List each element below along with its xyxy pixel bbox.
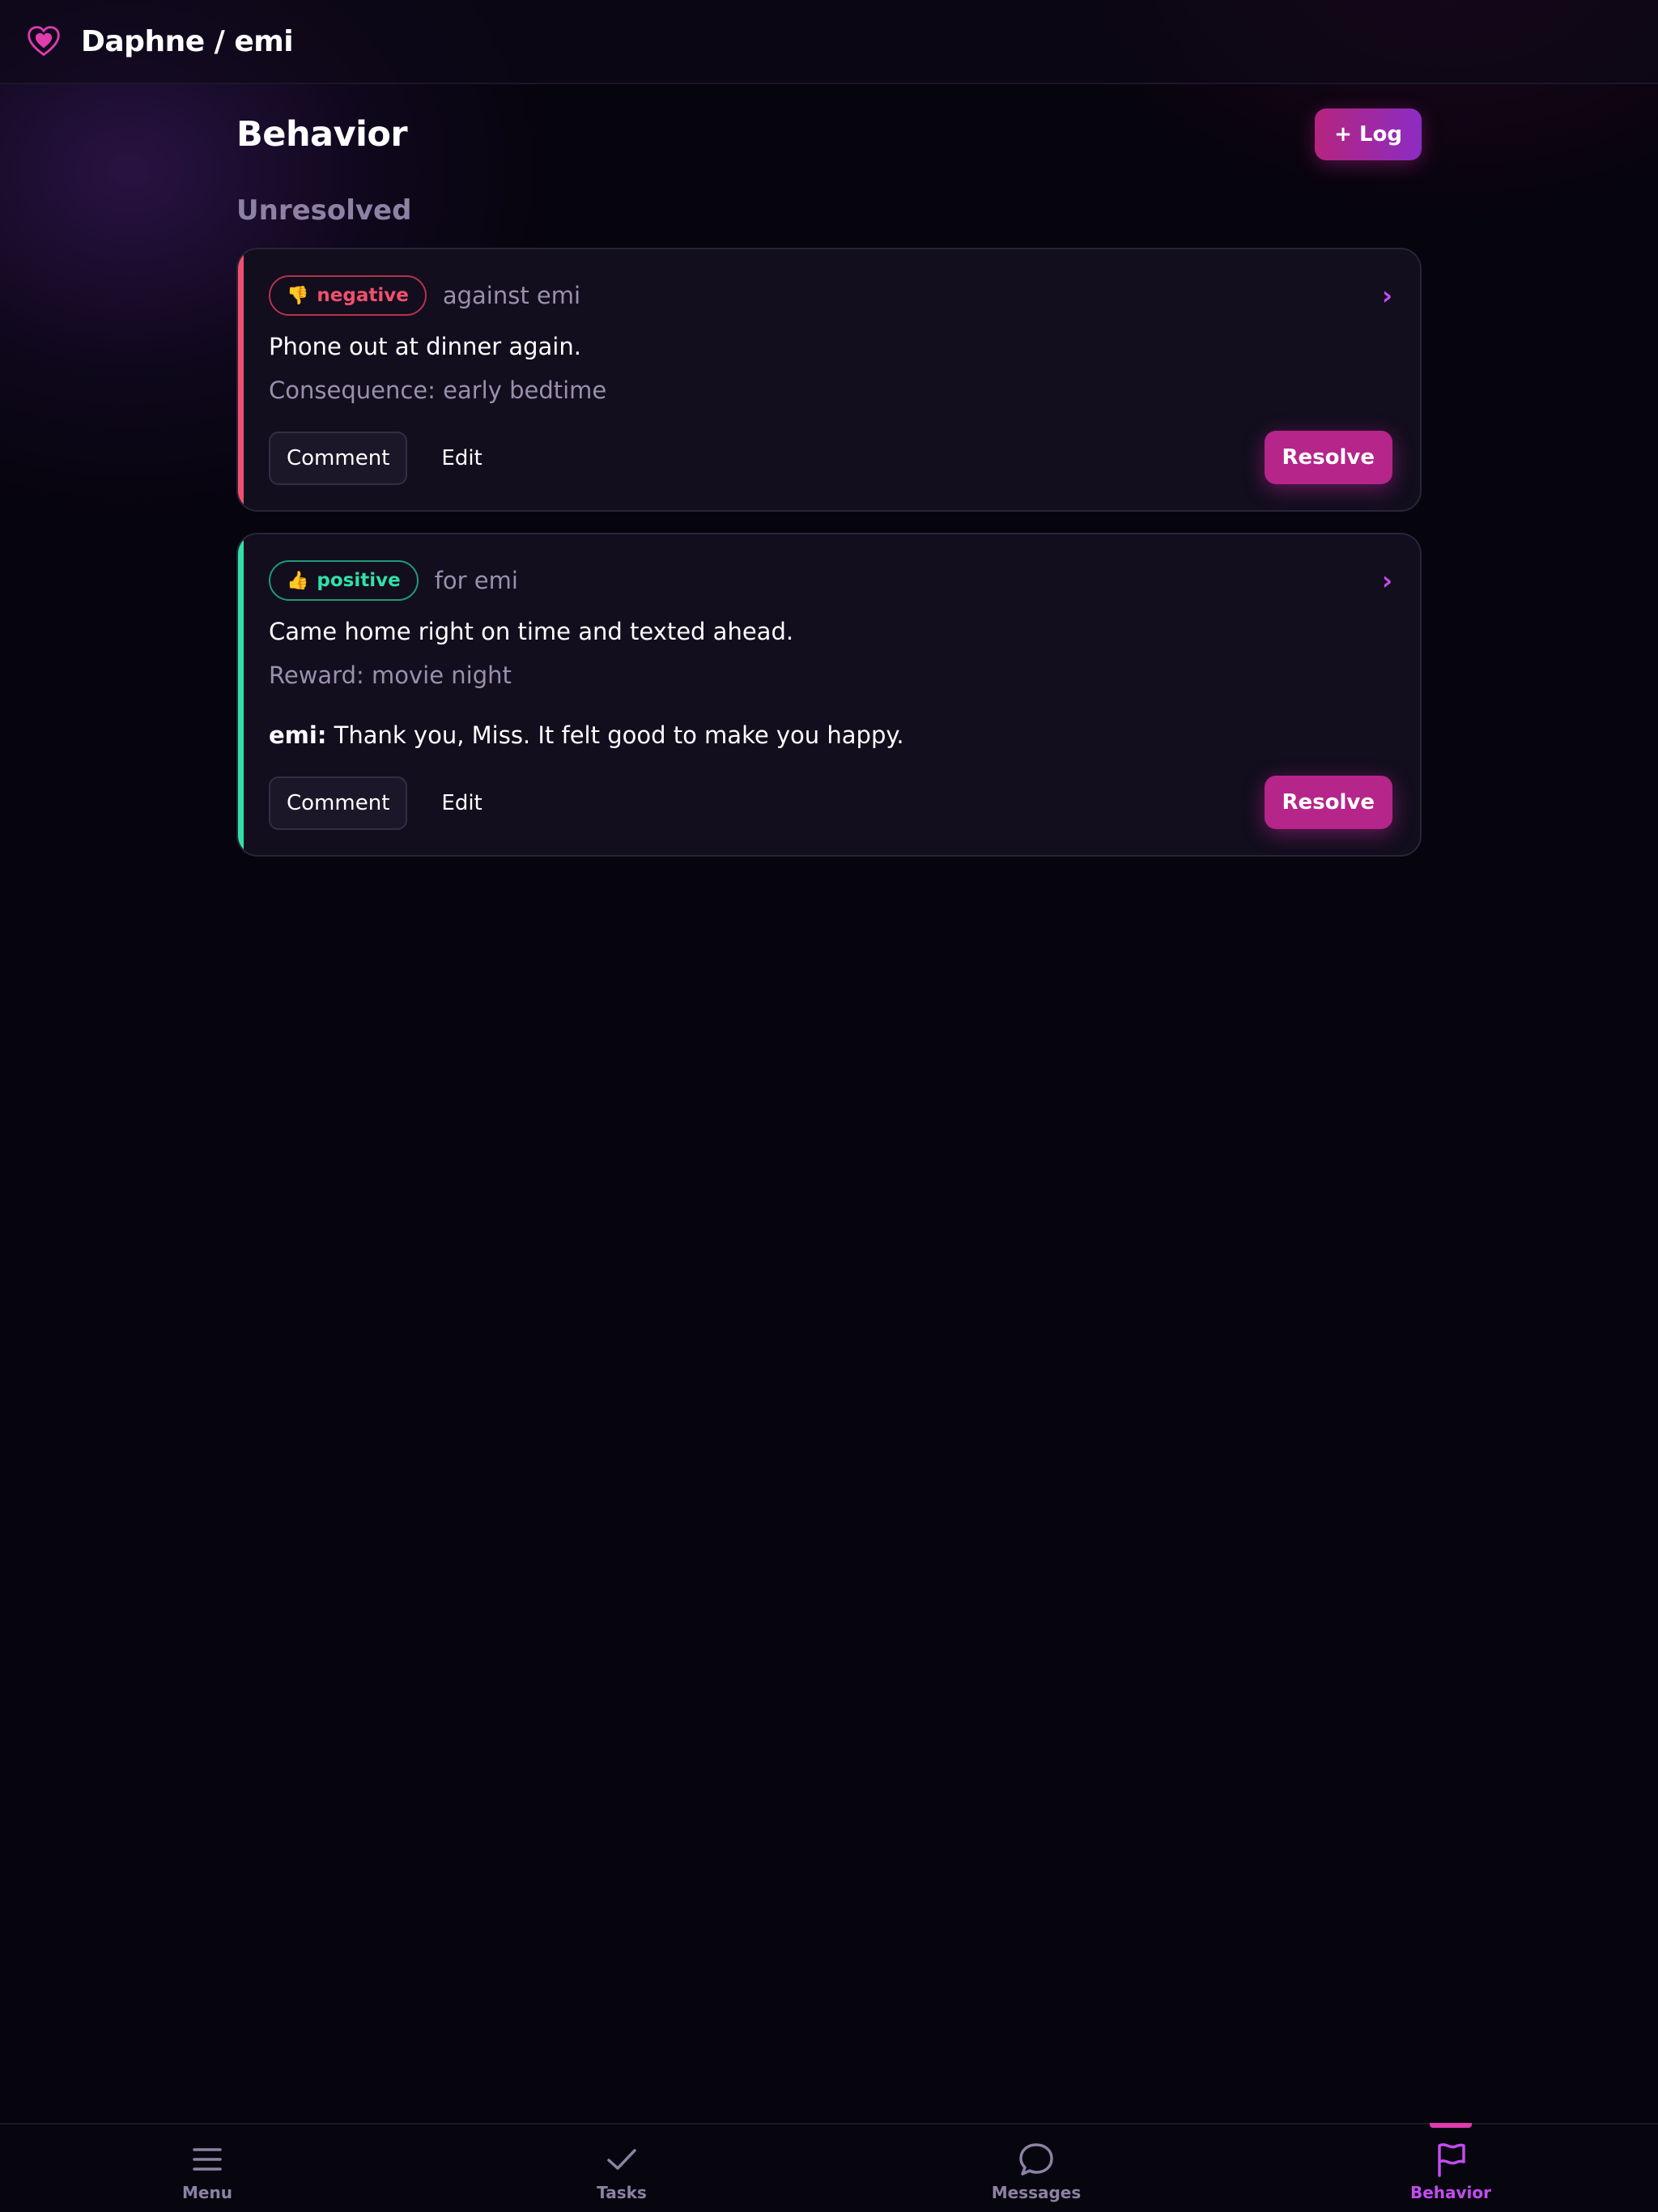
- negative-badge: 👎 negative: [269, 275, 427, 316]
- nav-label: Tasks: [597, 2183, 647, 2202]
- card-target: for emi: [434, 567, 518, 594]
- active-tab-indicator: [1430, 2123, 1472, 2128]
- chevron-right-icon[interactable]: ›: [1382, 565, 1392, 596]
- thumbs-up-icon: 👍: [287, 570, 309, 591]
- behavior-card-positive[interactable]: 👍 positive for emi › Came home right on …: [236, 533, 1422, 857]
- card-target: against emi: [442, 282, 581, 309]
- resolve-button[interactable]: Resolve: [1264, 776, 1392, 829]
- nav-item-messages[interactable]: Messages: [971, 2125, 1101, 2212]
- check-icon: [607, 2149, 636, 2170]
- chat-bubble-icon: [1019, 2143, 1053, 2176]
- card-header: 👎 negative against emi ›: [269, 274, 1392, 317]
- behavior-card-negative[interactable]: 👎 negative against emi › Phone out at di…: [236, 248, 1422, 512]
- page-title: Behavior: [236, 114, 408, 155]
- chevron-right-icon[interactable]: ›: [1382, 280, 1392, 311]
- nav-label: Messages: [991, 2183, 1082, 2202]
- card-reward: Reward: movie night: [269, 661, 512, 689]
- nav-item-tasks[interactable]: Tasks: [557, 2125, 687, 2212]
- nav-item-menu[interactable]: Menu: [142, 2125, 272, 2212]
- edit-button[interactable]: Edit: [425, 432, 498, 485]
- main-content: Behavior + Log Unresolved 👎 negative aga…: [236, 108, 1422, 857]
- thumbs-down-icon: 👎: [287, 285, 309, 306]
- edit-button[interactable]: Edit: [425, 776, 498, 830]
- card-actions: Comment Edit Resolve: [269, 431, 1392, 486]
- card-description: Phone out at dinner again.: [269, 333, 581, 360]
- app-title: Daphne / emi: [81, 24, 294, 58]
- positive-badge: 👍 positive: [269, 560, 419, 601]
- nav-item-behavior[interactable]: Behavior: [1386, 2123, 1516, 2212]
- bottom-nav: Menu Tasks Messages Behavior: [0, 2123, 1658, 2212]
- menu-icon: [193, 2148, 222, 2171]
- resolve-button[interactable]: Resolve: [1264, 431, 1392, 484]
- comment-button[interactable]: Comment: [269, 432, 408, 485]
- badge-label: negative: [317, 285, 409, 306]
- section-heading-unresolved: Unresolved: [236, 194, 412, 227]
- comment-button[interactable]: Comment: [269, 776, 408, 830]
- card-reply: emi: Thank you, Miss. It felt good to ma…: [269, 717, 1392, 753]
- badge-label: positive: [317, 570, 401, 591]
- nav-label: Behavior: [1409, 2183, 1492, 2202]
- reply-author: emi:: [269, 721, 327, 749]
- page-header: Behavior + Log: [236, 108, 1422, 160]
- card-consequence: Consequence: early bedtime: [269, 376, 607, 404]
- card-actions: Comment Edit Resolve: [269, 776, 1392, 831]
- top-bar: Daphne / emi: [0, 0, 1658, 84]
- log-button[interactable]: + Log: [1315, 108, 1422, 160]
- reply-text: Thank you, Miss. It felt good to make yo…: [326, 721, 904, 749]
- heart-logo-icon: [28, 26, 60, 57]
- flag-icon: [1438, 2143, 1465, 2177]
- nav-label: Menu: [182, 2183, 232, 2202]
- card-description: Came home right on time and texted ahead…: [269, 618, 794, 645]
- card-header: 👍 positive for emi ›: [269, 559, 1392, 602]
